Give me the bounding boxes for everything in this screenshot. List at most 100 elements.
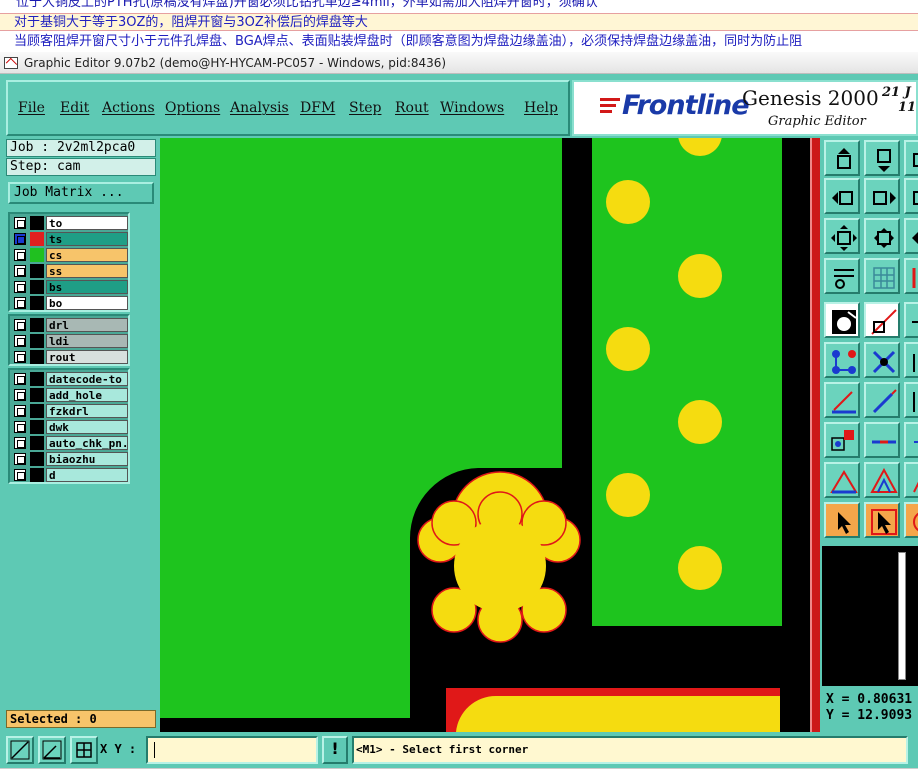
layer-checkbox[interactable]: [14, 233, 26, 245]
grid-icon[interactable]: [864, 258, 900, 294]
layer-name[interactable]: biaozhu: [46, 452, 128, 466]
layer-color-swatch[interactable]: [30, 264, 44, 278]
layer-checkbox[interactable]: [14, 469, 26, 481]
layer-checkbox[interactable]: [14, 389, 26, 401]
layer-row-bs[interactable]: bs: [12, 280, 128, 294]
snap-icon[interactable]: [904, 258, 918, 294]
layer-row-d[interactable]: d: [12, 468, 128, 482]
layer-checkbox[interactable]: [14, 319, 26, 331]
layer-checkbox[interactable]: [14, 335, 26, 347]
layer-checkbox[interactable]: [14, 249, 26, 261]
menu-actions[interactable]: Actions: [102, 100, 155, 116]
canvas-edge-scrollbar[interactable]: [810, 138, 820, 732]
line-icon[interactable]: [904, 302, 918, 338]
layer-row-cs[interactable]: cs: [12, 248, 128, 262]
layer-color-swatch[interactable]: [30, 334, 44, 348]
menu-help[interactable]: Help: [524, 100, 558, 116]
measure-icon[interactable]: [904, 382, 918, 418]
snap-angle-icon[interactable]: [38, 736, 66, 764]
layer-row-drl[interactable]: drl: [12, 318, 128, 332]
layer-name[interactable]: fzkdrl: [46, 404, 128, 418]
menu-dfm[interactable]: DFM: [300, 100, 335, 116]
layer-color-swatch[interactable]: [30, 318, 44, 332]
layer-row-add_hole[interactable]: add_hole: [12, 388, 128, 402]
layer-color-swatch[interactable]: [30, 350, 44, 364]
layer-name[interactable]: dwk: [46, 420, 128, 434]
menu-options[interactable]: Options: [165, 100, 220, 116]
layer-color-swatch[interactable]: [30, 296, 44, 310]
properties-icon[interactable]: [824, 258, 860, 294]
layer-row-dwk[interactable]: dwk: [12, 420, 128, 434]
job-matrix-button[interactable]: Job Matrix ...: [8, 182, 154, 204]
menu-step[interactable]: Step: [349, 100, 381, 116]
menu-rout[interactable]: Rout: [395, 100, 429, 116]
lasso-icon[interactable]: [904, 502, 918, 538]
layer-row-auto_chk_pn.[interactable]: auto_chk_pn.: [12, 436, 128, 450]
delete-icon[interactable]: [864, 342, 900, 378]
layer-row-rout[interactable]: rout: [12, 350, 128, 364]
overview-map[interactable]: [822, 546, 918, 686]
polygon-icon[interactable]: [864, 462, 900, 498]
surface-icon[interactable]: [824, 462, 860, 498]
layer-name[interactable]: cs: [46, 248, 128, 262]
layer-color-swatch[interactable]: [30, 468, 44, 482]
rotate-icon[interactable]: [904, 342, 918, 378]
move-down-icon[interactable]: [864, 140, 900, 176]
window-titlebar[interactable]: Graphic Editor 9.07b2 (demo@HY-HYCAM-PC0…: [0, 52, 918, 74]
snap-grid-icon[interactable]: [6, 736, 34, 764]
layer-name[interactable]: drl: [46, 318, 128, 332]
add-pad-icon[interactable]: [864, 302, 900, 338]
layer-color-swatch[interactable]: [30, 232, 44, 246]
layer-name[interactable]: add_hole: [46, 388, 128, 402]
graphic-canvas[interactable]: [160, 138, 820, 732]
connect-icon[interactable]: [824, 342, 860, 378]
zoom-in-icon[interactable]: [864, 218, 900, 254]
layer-checkbox[interactable]: [14, 405, 26, 417]
layer-color-swatch[interactable]: [30, 372, 44, 386]
layer-checkbox[interactable]: [14, 351, 26, 363]
layer-color-swatch[interactable]: [30, 388, 44, 402]
copy-icon[interactable]: [824, 422, 860, 458]
zoom-out-icon[interactable]: [904, 218, 918, 254]
snap-center-icon[interactable]: [70, 736, 98, 764]
zoom-fit-icon[interactable]: [824, 218, 860, 254]
layer-color-swatch[interactable]: [30, 216, 44, 230]
layer-color-swatch[interactable]: [30, 436, 44, 450]
split-icon[interactable]: [864, 422, 900, 458]
layer-name[interactable]: d: [46, 468, 128, 482]
layer-name[interactable]: bo: [46, 296, 128, 310]
fill-icon[interactable]: [904, 462, 918, 498]
menu-file[interactable]: File: [18, 100, 45, 116]
layer-row-ldi[interactable]: ldi: [12, 334, 128, 348]
layer-checkbox[interactable]: [14, 373, 26, 385]
layer-name[interactable]: datecode-to: [46, 372, 128, 386]
layer-name[interactable]: rout: [46, 350, 128, 364]
pointer-icon[interactable]: [824, 502, 860, 538]
layer-row-bo[interactable]: bo: [12, 296, 128, 310]
layer-name[interactable]: to: [46, 216, 128, 230]
menu-analysis[interactable]: Analysis: [230, 100, 289, 116]
warning-button[interactable]: !: [322, 736, 348, 764]
move-right-icon[interactable]: [864, 178, 900, 214]
select-pad-icon[interactable]: [824, 302, 860, 338]
layer-checkbox[interactable]: [14, 281, 26, 293]
move-up-icon[interactable]: [824, 140, 860, 176]
xy-input[interactable]: [146, 736, 318, 764]
layer-row-biaozhu[interactable]: biaozhu: [12, 452, 128, 466]
layer-checkbox[interactable]: [14, 437, 26, 449]
layer-color-swatch[interactable]: [30, 248, 44, 262]
layer-color-swatch[interactable]: [30, 404, 44, 418]
layer-row-to[interactable]: to: [12, 216, 128, 230]
mirror-icon[interactable]: [904, 422, 918, 458]
layer-row-datecode-to[interactable]: datecode-to: [12, 372, 128, 386]
layer-checkbox[interactable]: [14, 265, 26, 277]
layer-name[interactable]: auto_chk_pn.: [46, 436, 128, 450]
layer-color-swatch[interactable]: [30, 280, 44, 294]
layer-name[interactable]: ldi: [46, 334, 128, 348]
layer-row-ss[interactable]: ss: [12, 264, 128, 278]
layer-checkbox[interactable]: [14, 421, 26, 433]
draw-line-icon[interactable]: [824, 382, 860, 418]
layer-checkbox[interactable]: [14, 217, 26, 229]
layer-row-fzkdrl[interactable]: fzkdrl: [12, 404, 128, 418]
layer-checkbox[interactable]: [14, 453, 26, 465]
